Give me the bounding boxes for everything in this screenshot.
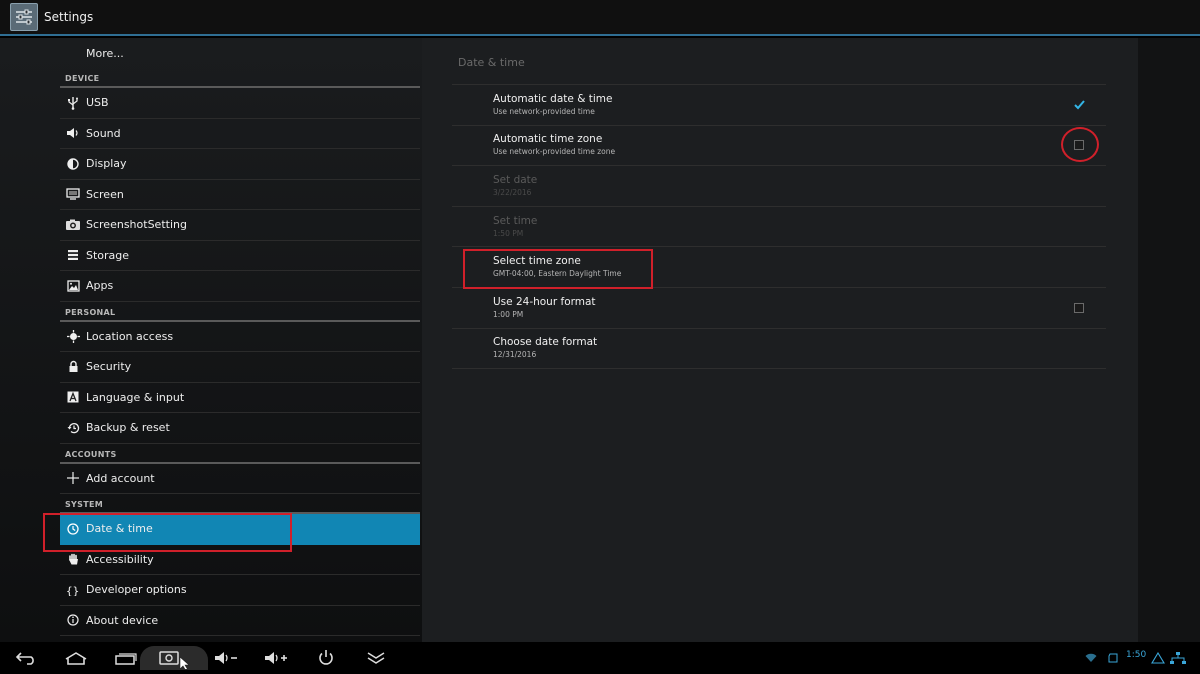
image-icon xyxy=(60,280,86,292)
sidebar-item-about[interactable]: About device xyxy=(60,606,420,636)
sidebar-item-label: Accessibility xyxy=(86,552,154,566)
sidebar-item-label: ScreenshotSetting xyxy=(86,218,187,232)
pref-title: Automatic time zone xyxy=(493,133,603,146)
sidebar-item-location[interactable]: Location access xyxy=(60,322,420,352)
category-device: DEVICE xyxy=(60,68,420,88)
collapse-chevrons-icon[interactable] xyxy=(362,646,390,670)
pref-set-time: Set time 1:50 PM xyxy=(452,207,1106,248)
annotation-time-zone-highlight xyxy=(463,249,653,289)
sidebar-item-label: Screen xyxy=(86,187,124,201)
sidebar-item-storage[interactable]: Storage xyxy=(60,241,420,271)
sidebar-item-label: About device xyxy=(86,613,159,627)
pref-24-hour-format[interactable]: Use 24-hour format 1:00 PM xyxy=(452,288,1106,329)
category-system: SYSTEM xyxy=(60,494,420,514)
home-icon[interactable] xyxy=(62,646,90,670)
auto-date-checkbox[interactable] xyxy=(1074,100,1085,110)
plus-icon xyxy=(60,472,86,485)
app-title: Settings xyxy=(44,10,94,24)
sidebar-item-label: Developer options xyxy=(86,583,187,597)
category-personal: PERSONAL xyxy=(60,302,420,322)
pref-title: Set time xyxy=(493,214,538,227)
back-icon[interactable] xyxy=(12,646,40,670)
more-item[interactable]: More... xyxy=(60,38,420,68)
braces-icon: {} xyxy=(60,584,86,596)
pref-set-date: Set date 3/22/2016 xyxy=(452,166,1106,207)
sidebar-item-label: Language & input xyxy=(86,390,185,404)
usb-icon xyxy=(60,96,86,110)
sidebar-item-backup[interactable]: Backup & reset xyxy=(60,413,420,444)
speaker-icon xyxy=(60,127,86,139)
clock-time: 1:50 xyxy=(1126,650,1147,660)
sidebar-item-language[interactable]: Language & input xyxy=(60,383,420,413)
sidebar-item-display[interactable]: Display xyxy=(60,149,420,180)
preference-list: Automatic date & time Use network-provid… xyxy=(452,84,1106,370)
hand-icon xyxy=(60,553,86,566)
pref-title: Choose date format xyxy=(493,336,598,349)
sd-card-icon xyxy=(1106,646,1120,670)
camera-icon xyxy=(60,219,86,231)
lock-icon xyxy=(60,360,86,373)
sidebar-item-developer[interactable]: {} Developer options xyxy=(60,575,420,606)
restore-clock-icon xyxy=(60,422,86,434)
info-icon xyxy=(60,614,86,626)
pref-title: Use 24-hour format xyxy=(493,295,596,308)
pref-summary: 1:00 PM xyxy=(493,309,524,319)
pref-summary: Use network-provided time zone xyxy=(493,147,616,157)
sidebar-item-label: Storage xyxy=(86,248,130,262)
network-icon xyxy=(1168,646,1188,670)
category-accounts: ACCOUNTS xyxy=(60,444,420,464)
pref-automatic-date-time[interactable]: Automatic date & time Use network-provid… xyxy=(452,85,1106,126)
pref-automatic-time-zone[interactable]: Automatic time zone Use network-provided… xyxy=(452,126,1106,167)
sidebar-item-label: Location access xyxy=(86,329,174,343)
display-contrast-icon xyxy=(60,158,86,170)
navigation-bar: 1:50 xyxy=(0,642,1200,674)
power-icon[interactable] xyxy=(312,646,340,670)
sidebar-item-label: Add account xyxy=(86,471,155,485)
sidebar-item-label: Security xyxy=(86,360,132,374)
screenshot-icon[interactable] xyxy=(140,646,208,670)
pref-summary: Use network-provided time xyxy=(493,106,595,116)
recent-apps-icon[interactable] xyxy=(112,646,140,670)
hour24-checkbox[interactable] xyxy=(1074,302,1084,313)
date-time-panel: Date & time Automatic date & time Use ne… xyxy=(422,38,1200,642)
sidebar-item-label: Backup & reset xyxy=(86,421,170,435)
pref-summary: 12/31/2016 xyxy=(493,350,537,360)
panel-title: Date & time xyxy=(458,56,525,69)
more-item-label: More... xyxy=(86,46,124,60)
action-bar: Settings xyxy=(0,0,1200,36)
pref-title: Automatic date & time xyxy=(493,92,613,105)
sidebar-item-screen[interactable]: Screen xyxy=(60,180,420,210)
sidebar-item-sound[interactable]: Sound xyxy=(60,119,420,149)
sidebar-item-label: Apps xyxy=(86,279,114,293)
pref-summary: 3/22/2016 xyxy=(493,187,532,197)
pref-date-format[interactable]: Choose date format 12/31/2016 xyxy=(452,329,1106,370)
monitor-icon xyxy=(60,188,86,200)
storage-lines-icon xyxy=(60,249,86,261)
volume-up-icon[interactable] xyxy=(262,646,290,670)
warning-triangle-icon xyxy=(1150,646,1166,670)
language-a-icon xyxy=(60,391,86,403)
sidebar-item-label: Display xyxy=(86,157,127,171)
volume-down-icon[interactable] xyxy=(212,646,240,670)
sidebar-item-apps[interactable]: Apps xyxy=(60,271,420,302)
sidebar-item-label: Sound xyxy=(86,126,121,140)
annotation-date-time-highlight xyxy=(43,513,292,552)
pref-title: Set date xyxy=(493,173,538,186)
location-target-icon xyxy=(60,329,86,343)
pref-summary: 1:50 PM xyxy=(493,228,524,238)
settings-sliders-icon[interactable] xyxy=(10,3,38,31)
sidebar-item-security[interactable]: Security xyxy=(60,352,420,383)
sidebar-item-label: USB xyxy=(86,96,109,110)
svg-text:{}: {} xyxy=(66,584,79,596)
annotation-auto-zone-circle xyxy=(1061,127,1099,162)
sidebar-item-add-account[interactable]: Add account xyxy=(60,464,420,494)
sidebar-item-usb[interactable]: USB xyxy=(60,88,420,119)
sidebar-item-screenshot[interactable]: ScreenshotSetting xyxy=(60,210,420,241)
wifi-icon xyxy=(1084,646,1098,670)
